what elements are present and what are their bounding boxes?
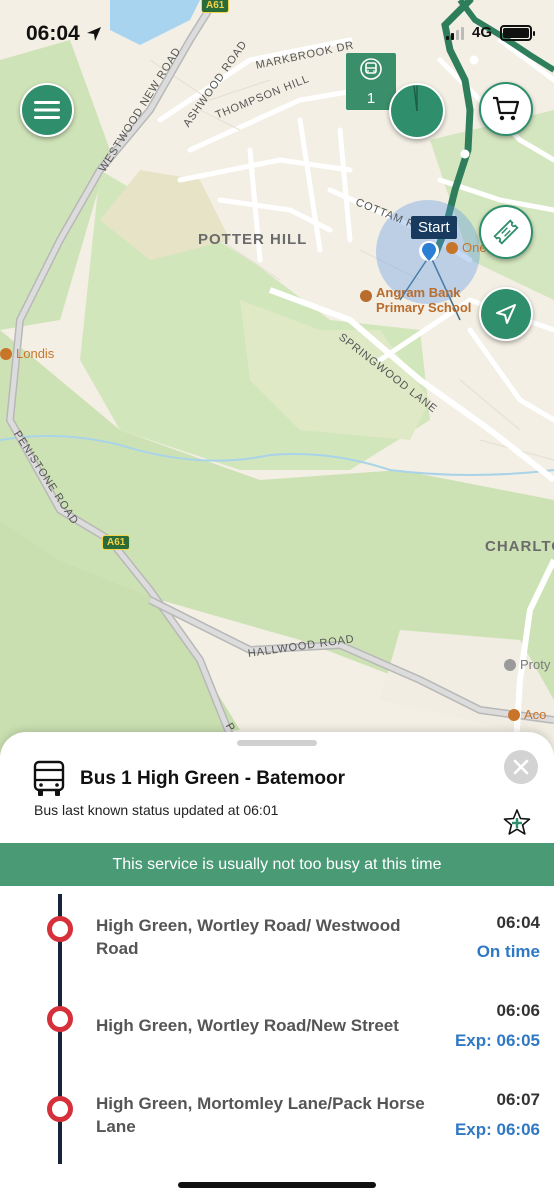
poi-school[interactable]: Angram Bank Primary School bbox=[360, 285, 471, 315]
service-title: Bus 1 High Green - Batemoor bbox=[80, 768, 345, 789]
sheet-grabber[interactable] bbox=[237, 740, 317, 746]
ticket-button[interactable] bbox=[479, 205, 533, 259]
start-label: Start bbox=[411, 216, 457, 239]
bus-vehicle-marker[interactable]: 1 bbox=[346, 53, 396, 110]
school-icon bbox=[360, 290, 372, 302]
poi-aco[interactable]: Aco bbox=[508, 707, 546, 722]
ticket-icon bbox=[493, 219, 519, 245]
signal-icon bbox=[445, 26, 464, 40]
stop-name: High Green, Wortley Road/ Westwood Road bbox=[96, 916, 401, 958]
location-arrow-icon bbox=[86, 27, 101, 41]
stop-status: Exp: 06:05 bbox=[454, 1031, 540, 1050]
stop-scheduled-time: 06:07 bbox=[496, 1090, 540, 1109]
close-icon bbox=[513, 759, 529, 775]
area-label-charlton: CHARLTO bbox=[485, 538, 554, 555]
menu-icon bbox=[34, 101, 60, 119]
stop-status: Exp: 06:06 bbox=[454, 1120, 540, 1139]
place-icon bbox=[504, 658, 516, 671]
poi-proty[interactable]: Proty bbox=[504, 657, 550, 672]
poi-londis[interactable]: Londis bbox=[0, 346, 54, 361]
stop-marker-icon bbox=[47, 916, 73, 942]
status-indicators: 4G bbox=[445, 24, 535, 41]
bus-badge-number: 1 bbox=[366, 90, 376, 107]
area-label-potter-hill: POTTER HILL bbox=[198, 231, 308, 248]
stop-marker-icon bbox=[47, 1096, 73, 1122]
service-detail-sheet[interactable]: Bus 1 High Green - Batemoor Bus last kno… bbox=[0, 732, 554, 1200]
timer-icon bbox=[392, 85, 442, 136]
stop-name: High Green, Wortley Road/New Street bbox=[96, 1016, 399, 1035]
stop-scheduled-time: 06:06 bbox=[496, 1001, 540, 1020]
progress-pie[interactable] bbox=[389, 83, 445, 139]
home-indicator[interactable] bbox=[178, 1182, 376, 1188]
cart-button[interactable] bbox=[479, 82, 533, 136]
status-time: 06:04 bbox=[26, 22, 102, 46]
bus-icon bbox=[33, 760, 65, 796]
location-pin-icon bbox=[419, 241, 439, 261]
add-favourite-button[interactable] bbox=[500, 806, 534, 840]
battery-icon bbox=[500, 24, 535, 41]
stop-status: On time bbox=[476, 942, 540, 961]
last-status-text: Bus last known status updated at 06:01 bbox=[34, 802, 279, 818]
star-add-icon bbox=[503, 809, 531, 835]
shop-icon bbox=[0, 347, 12, 360]
navigation-icon bbox=[496, 304, 516, 324]
shop-icon bbox=[508, 708, 520, 721]
network-label: 4G bbox=[471, 24, 492, 41]
cart-icon bbox=[493, 96, 520, 121]
bus-icon bbox=[360, 58, 382, 80]
road-shield-a61-top: A61 bbox=[201, 0, 230, 13]
stop-scheduled-time: 06:04 bbox=[496, 913, 540, 932]
busyness-banner: This service is usually not too busy at … bbox=[0, 843, 554, 886]
stop-name: High Green, Mortomley Lane/Pack Horse La… bbox=[96, 1094, 425, 1136]
menu-button[interactable] bbox=[20, 83, 74, 137]
recenter-button[interactable] bbox=[479, 287, 533, 341]
map-view[interactable]: 06:04 4G POTTER HILL CHARLTO WESTWOOD NE… bbox=[0, 0, 554, 760]
road-shield-a61-mid: A61 bbox=[102, 535, 131, 550]
shop-icon bbox=[446, 241, 458, 254]
stop-marker-icon bbox=[47, 1006, 73, 1032]
close-button[interactable] bbox=[504, 750, 538, 784]
stop-list: High Green, Wortley Road/ Westwood Road … bbox=[0, 886, 554, 1164]
